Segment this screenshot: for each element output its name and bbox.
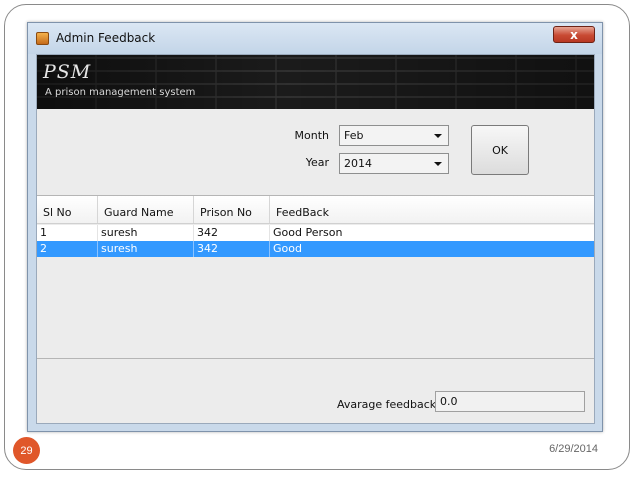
year-select[interactable]: 2014 [339,153,449,174]
month-select-value: Feb [344,129,364,142]
cell-feedback: Good [273,242,302,255]
title-bar[interactable]: Admin Feedback x [28,23,602,54]
admin-feedback-window: Admin Feedback x PSM A prison management… [27,22,603,432]
average-feedback-field[interactable]: 0.0 [435,391,585,412]
average-feedback-label: Avarage feedback [337,398,437,411]
window-title: Admin Feedback [56,31,156,45]
column-header-sl-no[interactable]: Sl No [37,196,98,223]
table-row-selected[interactable]: 2 suresh 342 Good [37,241,594,257]
cell-feedback: Good Person [273,226,343,239]
banner-subtitle: A prison management system [45,87,196,98]
window-content: PSM A prison management system Month Feb… [36,54,595,424]
cell-guard-name: suresh [98,241,194,257]
month-select[interactable]: Feb [339,125,449,146]
cell-prison-no: 342 [194,241,270,257]
slide-date: 6/29/2014 [549,443,598,455]
cell-sl-no: 2 [37,241,98,257]
year-select-value: 2014 [344,157,372,170]
ok-button[interactable]: OK [471,125,529,175]
column-header-prison-no[interactable]: Prison No [194,196,270,223]
cell-guard-name: suresh [98,225,194,241]
slide-number-badge: 29 [13,437,40,464]
table-header: Sl No Guard Name Prison No FeedBack [37,196,594,224]
banner-title: PSM [43,61,92,83]
close-button[interactable]: x [553,26,595,43]
chevron-down-icon [434,134,442,138]
year-label: Year [305,156,329,169]
feedback-table: Sl No Guard Name Prison No FeedBack 1 su… [37,195,594,359]
java-cup-icon [36,32,49,45]
table-row[interactable]: 1 suresh 342 Good Person [37,225,594,241]
column-header-feedback[interactable]: FeedBack [270,196,594,223]
cell-sl-no: 1 [37,225,98,241]
column-header-guard-name[interactable]: Guard Name [98,196,194,223]
month-label: Month [294,129,329,142]
header-banner: PSM A prison management system [37,55,594,109]
cell-prison-no: 342 [194,225,270,241]
chevron-down-icon [434,162,442,166]
